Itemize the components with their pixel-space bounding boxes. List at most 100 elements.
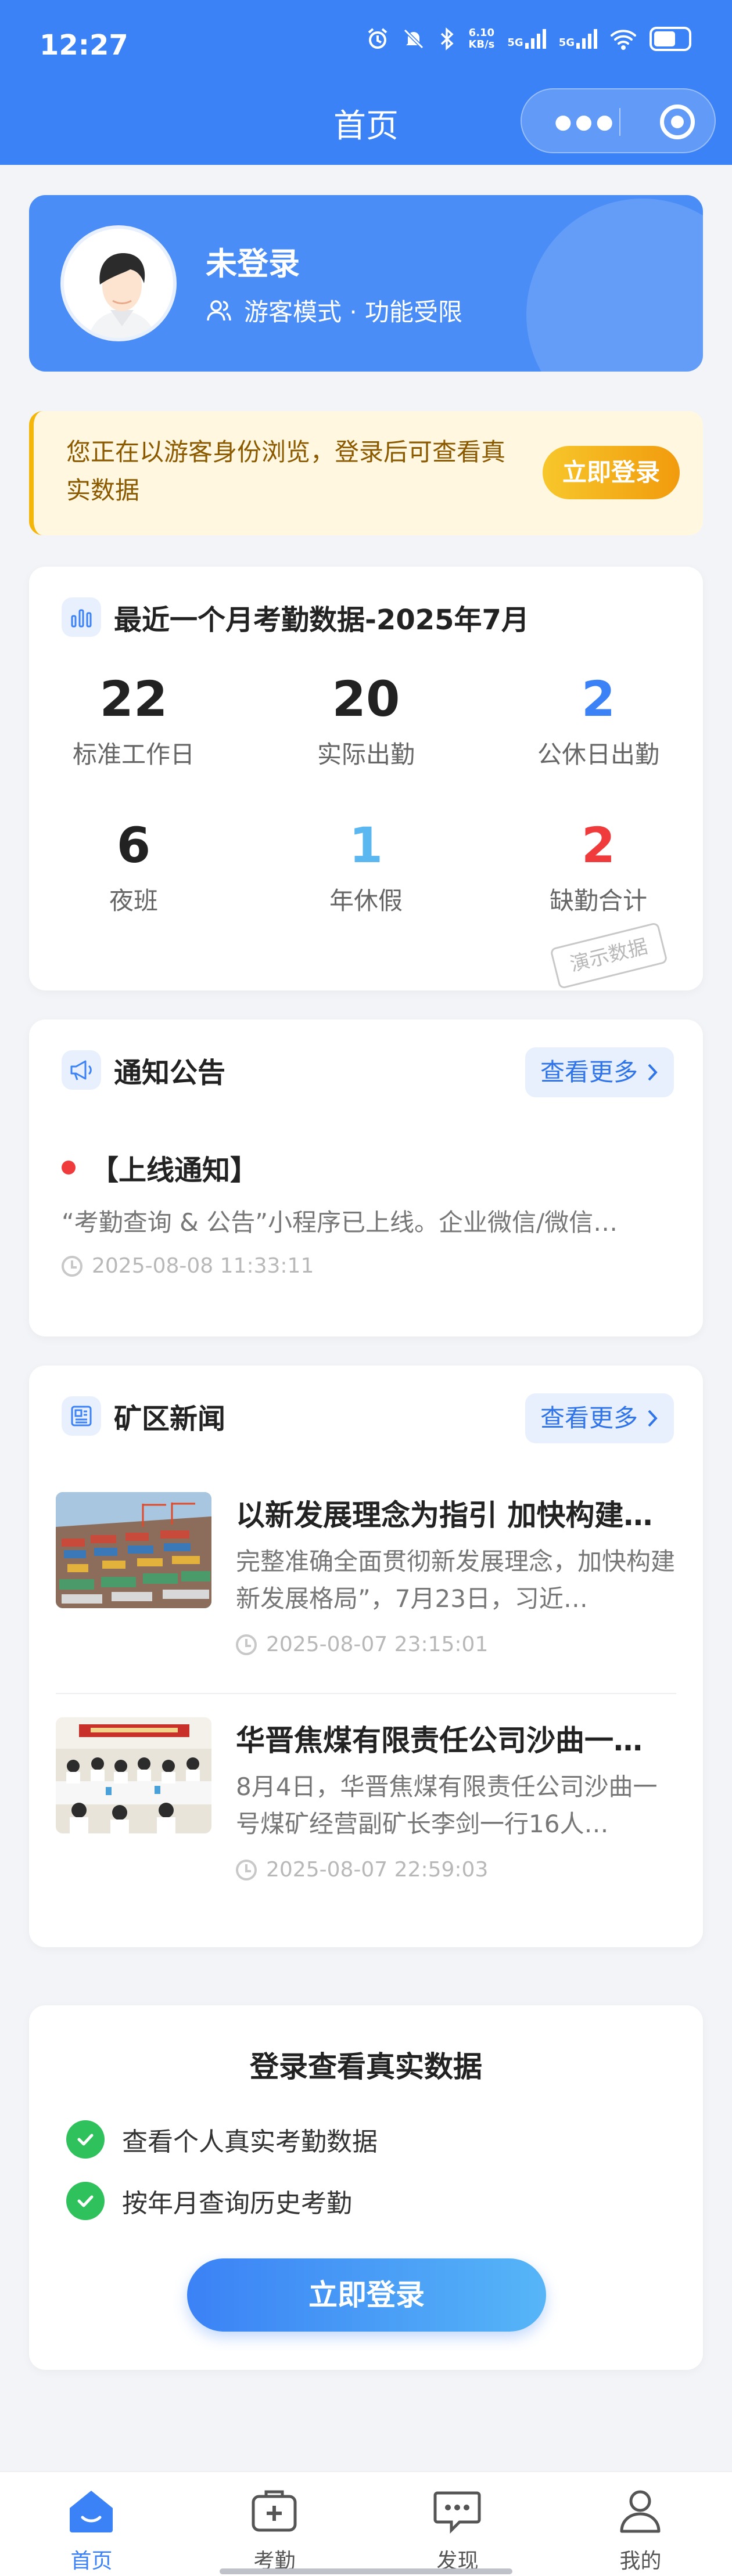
stat-value: 22 — [99, 671, 168, 727]
notice-more-button[interactable]: 查看更多 — [525, 1047, 674, 1097]
guest-mode-label: 游客模式 · 功能受限 — [244, 298, 463, 326]
notice-item-time: 2025-08-08 11:33:11 — [92, 1254, 314, 1278]
capsule-divider — [619, 108, 620, 136]
news-item-title: 华晋焦煤有限责任公司沙曲一… — [236, 1724, 643, 1757]
news-more-button[interactable]: 查看更多 — [525, 1393, 674, 1443]
header: 12:27 6.10 KB/s 5G 5G 首页 ●●● — [0, 0, 732, 165]
notice-item-title-row[interactable]: 【上线通知】 — [62, 1147, 258, 1188]
guest-alert-text: 您正在以游客身份浏览，登录后可查看真实数据 — [66, 438, 506, 505]
notice-title: 通知公告 — [114, 1057, 226, 1089]
megaphone-icon — [62, 1050, 101, 1090]
alarm-icon — [366, 27, 389, 51]
person-icon — [613, 2484, 667, 2537]
avatar-face-icon — [88, 253, 156, 338]
news-item-title: 以新发展理念为指引 加快构建… — [236, 1498, 653, 1532]
news-item-time: 2025-08-07 23:15:01 — [266, 1633, 489, 1656]
unread-dot — [62, 1161, 76, 1174]
profile-card[interactable]: 未登录 游客模式 · 功能受限 — [29, 195, 703, 372]
notice-card: 通知公告 查看更多 【上线通知】 “考勤查询 & 公告”小程序已上线。企业微信/… — [29, 1019, 703, 1336]
notice-item-title: 【上线通知】 — [91, 1154, 259, 1187]
decorative-circle — [526, 199, 703, 372]
login-panel-title: 登录查看真实数据 — [250, 2050, 482, 2084]
news-item-meta: 2025-08-07 23:15:01 — [236, 1633, 488, 1656]
login-panel: 登录查看真实数据 查看个人真实考勤数据 按年月查询历史考勤 立即登录 — [29, 2005, 703, 2370]
newspaper-icon — [62, 1396, 101, 1436]
feature-label: 按年月查询历史考勤 — [122, 2189, 352, 2218]
stat-value: 6 — [116, 817, 151, 874]
stat-value: 2 — [581, 817, 616, 874]
stat-value: 2 — [581, 671, 616, 727]
notice-item-body: “考勤查询 & 公告”小程序已上线。企业微信/微信… — [62, 1208, 618, 1237]
news-thumbnail-port-image — [56, 1492, 211, 1608]
stat-night-shift: 6 夜班 — [29, 817, 238, 917]
stat-label: 缺勤合计 — [549, 887, 647, 915]
status-icons: 6.10 KB/s 5G 5G — [366, 27, 691, 51]
chat-bubble-icon — [430, 2484, 484, 2537]
feature-item: 按年月查询历史考勤 — [66, 2182, 352, 2220]
guest-alert: 您正在以游客身份浏览，登录后可查看真实数据 立即登录 — [29, 411, 703, 535]
news-item-body: 8月4日，华晋焦煤有限责任公司沙曲一号煤矿经营副矿长李剑一行16人… — [236, 1772, 658, 1838]
user-name: 未登录 — [206, 246, 300, 282]
signal-bars-icon — [576, 29, 597, 49]
signal-bars-icon — [525, 29, 546, 49]
chevron-right-icon — [648, 1410, 658, 1427]
more-label: 查看更多 — [540, 1058, 638, 1086]
check-circle-icon — [66, 2120, 105, 2159]
tab-attendance[interactable]: 考勤 — [183, 2472, 366, 2576]
feature-item: 查看个人真实考勤数据 — [66, 2120, 378, 2159]
status-time: 12:27 — [40, 29, 128, 62]
avatar[interactable] — [60, 225, 177, 341]
news-title: 矿区新闻 — [114, 1403, 226, 1435]
more-dots-icon[interactable]: ●●● — [551, 110, 620, 134]
attendance-header: 最近一个月考勤数据-2025年7月 — [62, 597, 529, 637]
home-indicator[interactable] — [220, 2568, 512, 2574]
tab-home[interactable]: 首页 — [0, 2472, 183, 2576]
wifi-icon — [610, 27, 637, 51]
signal-2: 5G — [559, 29, 597, 49]
status-bar: 12:27 6.10 KB/s 5G 5G — [0, 0, 732, 87]
stat-label: 夜班 — [109, 887, 158, 915]
feature-label: 查看个人真实考勤数据 — [122, 2127, 378, 2157]
clock-icon — [236, 1634, 257, 1655]
tab-mine[interactable]: 我的 — [549, 2472, 732, 2576]
notice-item-meta: 2025-08-08 11:33:11 — [62, 1254, 314, 1278]
tab-discover[interactable]: 发现 — [366, 2472, 549, 2576]
news-header: 矿区新闻 — [62, 1396, 225, 1436]
bar-chart-icon — [62, 597, 101, 637]
tab-bar: 首页 考勤 发现 我的 — [0, 2471, 732, 2576]
attendance-card: 最近一个月考勤数据-2025年7月 22 标准工作日 20 实际出勤 2 公休日… — [29, 567, 703, 990]
stat-annual-leave: 1 年休假 — [261, 817, 471, 917]
news-item[interactable]: 以新发展理念为指引 加快构建… 完整准确全面贯彻新发展理念，加快构建新发展格局”… — [56, 1492, 676, 1695]
news-item[interactable]: 华晋焦煤有限责任公司沙曲一… 8月4日，华晋焦煤有限责任公司沙曲一号煤矿经营副矿… — [56, 1717, 676, 1921]
net-speed: 6.10 KB/s — [468, 27, 494, 51]
net-speed-unit: KB/s — [468, 38, 495, 51]
mute-bell-icon — [402, 27, 425, 51]
signal-1: 5G — [507, 29, 546, 49]
stat-value: 20 — [332, 671, 400, 727]
stat-holiday-attendance: 2 公休日出勤 — [494, 671, 703, 770]
mini-program-capsule: ●●● — [521, 88, 716, 153]
alert-login-button[interactable]: 立即登录 — [543, 446, 680, 499]
login-button[interactable]: 立即登录 — [187, 2258, 546, 2332]
tab-label: 首页 — [70, 2549, 113, 2573]
medical-kit-icon — [247, 2484, 301, 2537]
notice-header: 通知公告 — [62, 1050, 225, 1090]
stat-actual-attendance: 20 实际出勤 — [261, 671, 471, 770]
home-icon — [64, 2484, 118, 2537]
signal-2-label: 5G — [558, 37, 575, 49]
stat-standard-workdays: 22 标准工作日 — [29, 671, 238, 770]
chevron-right-icon — [648, 1064, 658, 1081]
news-item-time: 2025-08-07 22:59:03 — [266, 1858, 489, 1882]
user-group-icon — [207, 300, 231, 320]
close-target-icon[interactable] — [660, 105, 695, 139]
news-item-meta: 2025-08-07 22:59:03 — [236, 1858, 488, 1882]
stat-value: 1 — [349, 817, 383, 874]
demo-data-stamp: 演示数据 — [550, 921, 668, 990]
net-speed-value: 6.10 — [468, 27, 495, 39]
clock-icon — [236, 1859, 257, 1880]
attendance-title: 最近一个月考勤数据-2025年7月 — [114, 604, 529, 636]
news-thumbnail-meeting-image — [56, 1717, 211, 1833]
stat-label: 年休假 — [329, 887, 403, 915]
more-label: 查看更多 — [540, 1404, 638, 1432]
news-divider — [56, 1693, 676, 1694]
